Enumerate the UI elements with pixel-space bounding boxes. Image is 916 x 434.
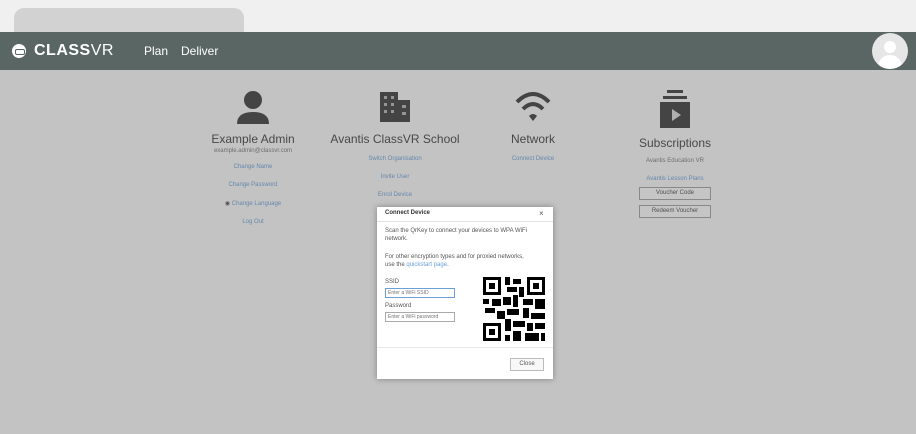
classvr-logo[interactable]: CLASSVR [12, 41, 114, 61]
dialog-header: Connect Device × [377, 207, 553, 222]
nav-link-deliver[interactable]: Deliver [181, 44, 218, 58]
browser-chrome [0, 0, 916, 34]
close-icon[interactable]: × [539, 209, 544, 219]
other-encryption-note: For other encryption types and for proxi… [385, 254, 524, 268]
user-avatar[interactable] [872, 33, 908, 69]
connect-device-dialog: Connect Device × Scan the QrKey to conne… [377, 207, 553, 379]
nav-link-plan[interactable]: Plan [144, 44, 168, 58]
wifi-qr-code [483, 269, 545, 348]
dialog-title: Connect Device [385, 210, 431, 216]
top-navbar: CLASSVR Plan Deliver [0, 32, 916, 70]
ssid-input[interactable] [385, 288, 455, 298]
scan-instructions: Scan the QrKey to connect your devices t… [385, 228, 527, 242]
logo-text: CLASSVR [34, 42, 114, 59]
quickstart-link[interactable]: quickstart page [406, 262, 447, 268]
close-button[interactable]: Close [510, 358, 544, 371]
avatar-head [884, 41, 896, 53]
dialog-footer-divider [377, 347, 553, 348]
headset-logo-icon [12, 44, 26, 58]
browser-tab[interactable] [14, 8, 244, 34]
password-input[interactable] [385, 312, 455, 322]
ssid-label: SSID [385, 279, 400, 285]
avatar-body [878, 55, 902, 69]
password-label: Password [385, 303, 412, 309]
qr-code-icon [483, 269, 545, 341]
